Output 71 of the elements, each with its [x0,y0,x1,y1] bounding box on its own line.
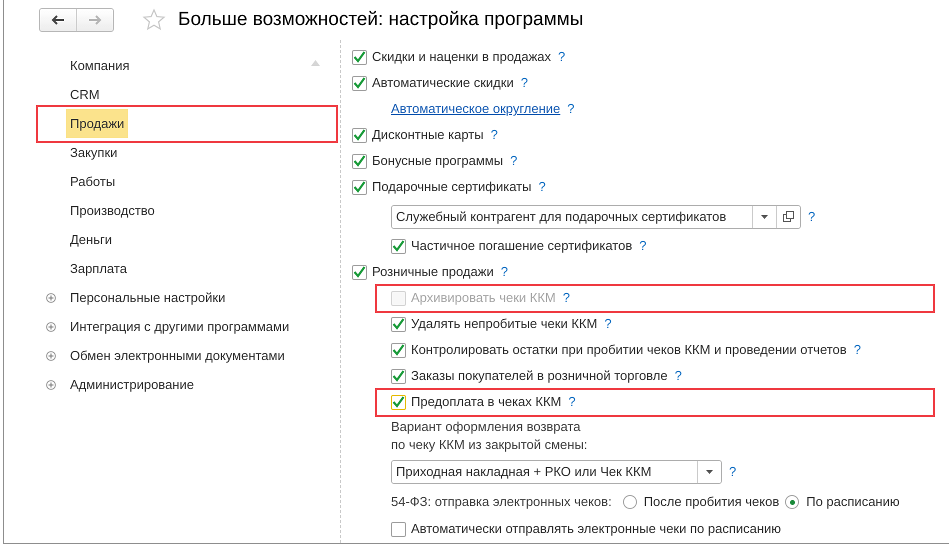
sidebar-item[interactable]: Продажи [66,108,128,138]
dropdown-field[interactable]: Приходная накладная + РКО или Чек ККМ [391,460,722,484]
star-icon[interactable] [142,8,166,32]
sidebar-item[interactable]: Администрирование [66,370,198,400]
help-link[interactable]: ? [854,340,861,360]
checkbox-label: Предоплата в чеках ККМ [411,393,562,412]
sidebar-item[interactable]: Компания [66,50,134,80]
checkbox-label: Заказы покупателей в розничной торговле [411,367,668,386]
help-link[interactable]: ? [490,125,498,145]
checkbox[interactable] [352,180,367,194]
checkbox[interactable] [352,50,367,64]
help-link[interactable]: ? [729,462,736,482]
help-link[interactable]: ? [520,73,528,93]
left-arrow-icon [51,15,65,25]
right-arrow-icon [88,15,102,25]
checkbox[interactable] [352,76,367,90]
help-link[interactable]: ? [567,99,575,119]
checkbox-label: Архивировать чеки ККМ [411,289,556,308]
checkbox[interactable] [391,522,406,536]
dropdown-caret-icon[interactable] [706,470,713,474]
help-link[interactable]: ? [639,236,646,256]
field-caption: Вариант оформления возврата по чеку ККМ из закрытой смены: [391,418,588,454]
checkbox[interactable] [391,342,406,358]
dropdown-field[interactable]: Служебный контрагент для подарочных сертификатов [391,204,801,228]
sidebar-item[interactable]: Закупки [66,138,122,168]
window-title: Больше возможностей: настройка программы [178,8,584,32]
checkbox-label: Розничные продажи [372,263,494,282]
sidebar-item[interactable]: Зарплата [66,254,131,284]
checkbox[interactable] [391,316,406,332]
sidebar-item[interactable]: Интеграция с другими программами [66,312,294,342]
settings-link[interactable]: Автоматическое округление [391,99,560,119]
checkbox[interactable] [352,264,367,280]
checkbox[interactable] [391,368,406,384]
checkbox-label: Контролировать остатки при пробитии чеков ККМ и проведении отчетов [411,341,847,360]
open-window-icon[interactable] [783,211,794,222]
help-link[interactable]: ? [808,206,816,226]
help-link[interactable]: ? [500,262,508,282]
radio-group-label: 54-ФЗ: отправка электронных чеков: [391,493,612,512]
expand-plus-icon[interactable] [46,292,56,302]
sidebar-item[interactable]: Персональные настройки [66,282,230,312]
checkbox-label: Автоматически отправлять электронные чеки по расписанию [411,520,782,538]
checkbox[interactable] [391,238,406,254]
radio-button[interactable] [785,495,800,509]
checkbox-label: Частичное погашение сертификатов [411,237,632,256]
expand-plus-icon[interactable] [46,322,56,332]
checkbox[interactable] [352,128,367,142]
checkbox-label: Дисконтные карты [372,126,484,144]
checkbox-label: Удалять непробитые чеки ККМ [411,315,598,334]
help-link[interactable]: ? [510,151,518,171]
radio-label: После пробития чеков [644,493,780,512]
help-link[interactable]: ? [558,47,566,67]
sidebar-item[interactable]: Работы [66,166,120,196]
sidebar-item[interactable]: Производство [66,196,159,226]
checkbox-label: Скидки и наценки в продажах [372,48,552,66]
dropdown-caret-icon[interactable] [761,214,768,218]
expand-plus-icon[interactable] [46,350,56,360]
sidebar-item[interactable]: CRM [66,80,104,110]
checkbox[interactable] [352,154,367,168]
radio-button[interactable] [622,495,637,509]
checkbox-label: Автоматические скидки [372,74,514,92]
checkbox-label: Бонусные программы [372,152,504,170]
radio-label: По расписанию [806,493,900,512]
checkbox[interactable] [391,394,406,410]
sidebar-item[interactable]: Обмен электронными документами [66,340,289,370]
expand-plus-icon[interactable] [46,380,56,390]
help-link[interactable]: ? [538,177,546,197]
help-link[interactable]: ? [568,392,576,412]
sidebar-item[interactable]: Деньги [66,224,116,254]
help-link[interactable]: ? [604,314,612,334]
help-link[interactable]: ? [674,366,682,386]
checkbox-label: Подарочные сертификаты [372,178,532,196]
